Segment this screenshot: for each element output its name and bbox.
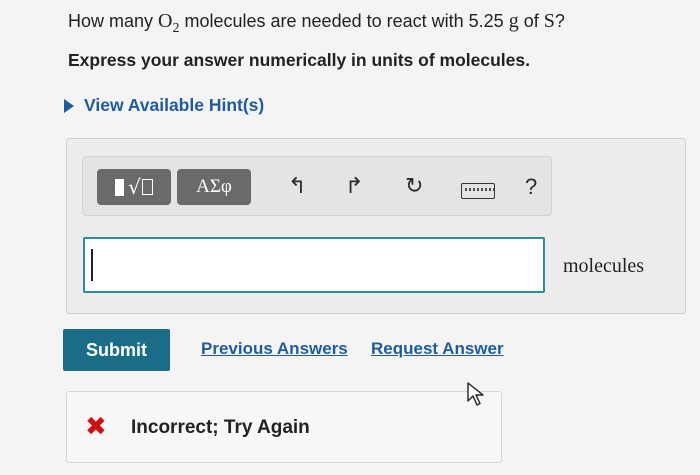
- expand-triangle-icon: [64, 98, 74, 113]
- redo-icon[interactable]: ↱: [345, 175, 363, 199]
- feedback-box: ✖ Incorrect; Try Again: [66, 391, 502, 463]
- feedback-message: Incorrect; Try Again: [131, 417, 310, 438]
- answer-input[interactable]: [83, 237, 545, 293]
- answer-panel: √ ΑΣφ ↰ ↱ ↻ ? molecules: [66, 138, 686, 314]
- question-text: How many O2 molecules are needed to reac…: [68, 10, 565, 36]
- mouse-pointer-icon: [467, 382, 484, 406]
- undo-icon[interactable]: ↰: [288, 175, 306, 199]
- templates-button[interactable]: √: [97, 169, 171, 205]
- math-toolbar: √ ΑΣφ ↰ ↱ ↻ ?: [82, 156, 552, 216]
- submit-button[interactable]: Submit: [63, 329, 170, 371]
- x-mark-icon: ✖: [85, 412, 107, 442]
- keyboard-icon[interactable]: [461, 183, 495, 199]
- reset-icon[interactable]: ↻: [405, 175, 423, 199]
- symbols-button[interactable]: ΑΣφ: [177, 169, 251, 205]
- chem-formula: O2: [158, 10, 180, 36]
- request-answer-link[interactable]: Request Answer: [371, 339, 504, 359]
- text-caret: [91, 249, 93, 281]
- view-hints-link[interactable]: View Available Hint(s): [64, 95, 264, 116]
- instruction-text: Express your answer numerically in units…: [68, 50, 530, 70]
- hint-link-label: View Available Hint(s): [84, 95, 265, 115]
- help-button[interactable]: ?: [525, 174, 537, 200]
- units-label: molecules: [563, 255, 645, 277]
- previous-answers-link[interactable]: Previous Answers: [201, 339, 348, 359]
- radical-template-icon: [115, 178, 125, 196]
